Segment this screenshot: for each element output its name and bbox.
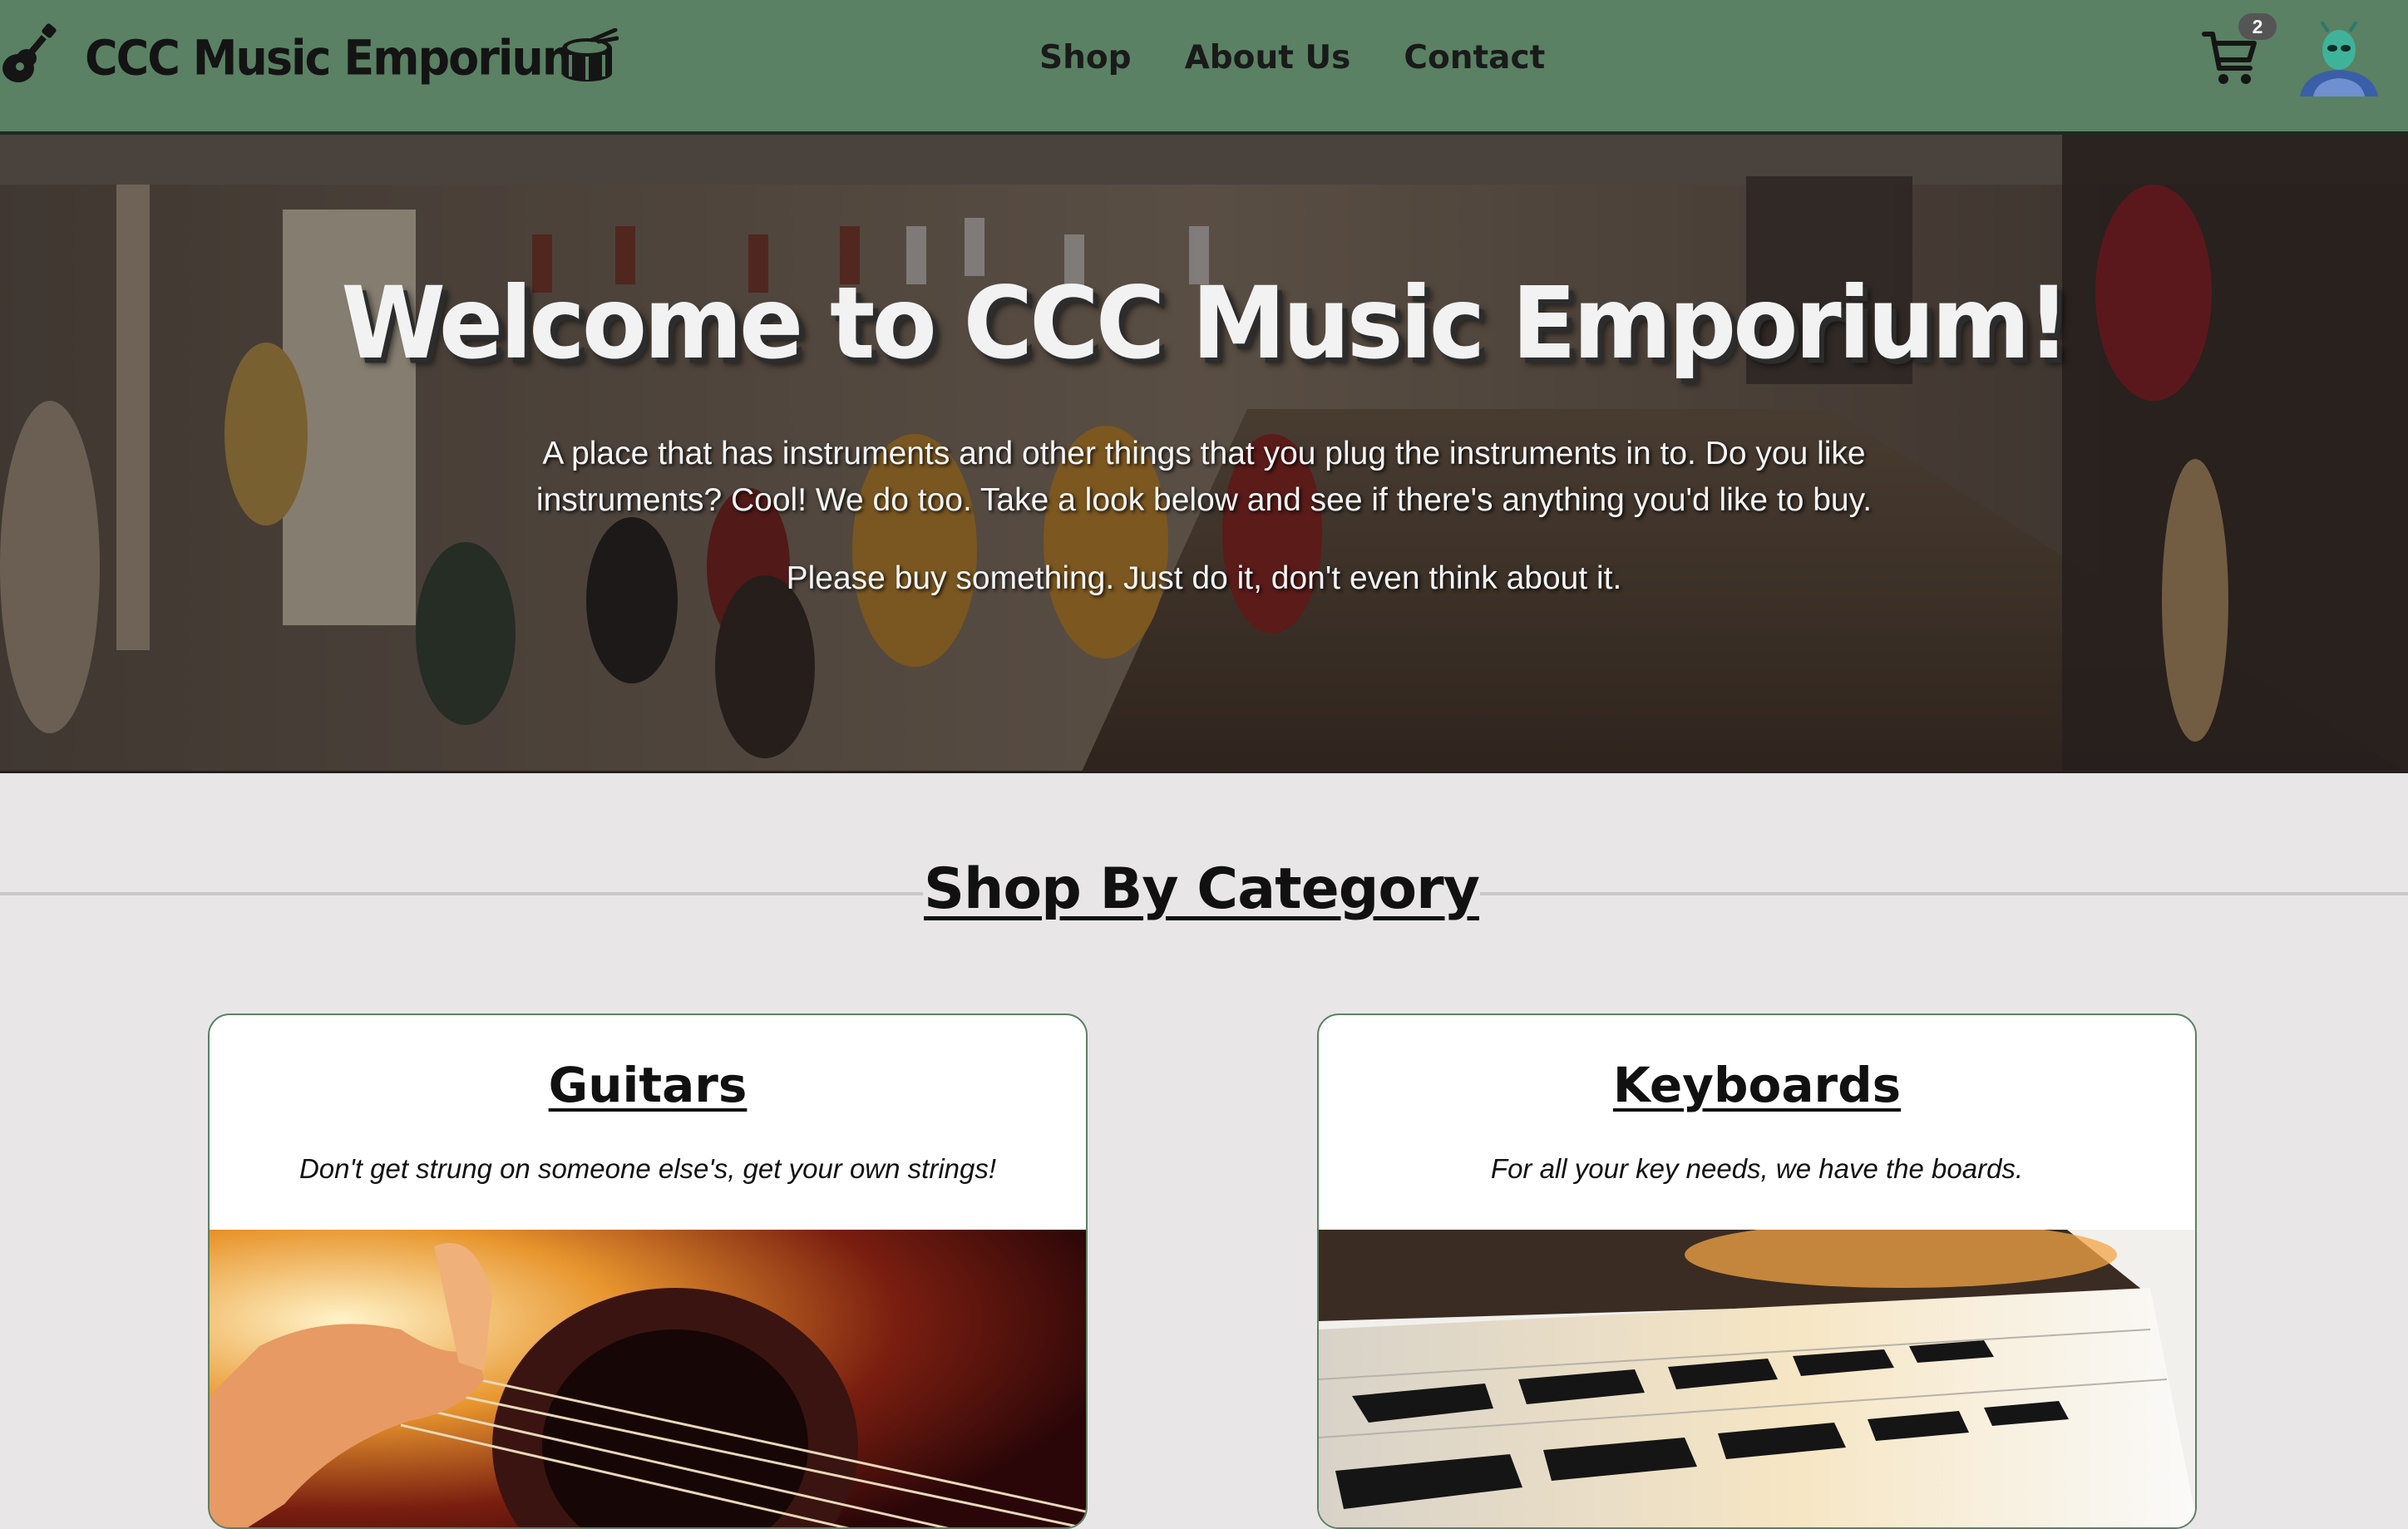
hero-description: A place that has instruments and other t… <box>535 436 1873 518</box>
nav-about-us[interactable]: About Us <box>1185 33 1351 83</box>
category-card-guitars[interactable]: Guitars Don't get strung on someone else… <box>208 1014 1088 1529</box>
brand-name[interactable]: CCC Music Emporium <box>85 22 589 94</box>
section-heading: Shop By Category <box>924 856 1480 922</box>
cart-count-badge: 2 <box>2238 13 2277 40</box>
hero-title: Welcome to CCC Music Emporium! <box>341 264 2070 382</box>
divider-left <box>0 892 923 895</box>
category-subtitle-keyboards: For all your key needs, we have the boar… <box>1490 1153 2024 1184</box>
hero-banner: Welcome to CCC Music Emporium! A place t… <box>0 135 2408 773</box>
divider-right <box>1480 892 2408 895</box>
piano-keys-photo[interactable] <box>1319 1230 2197 1529</box>
avatar[interactable] <box>2297 22 2381 96</box>
nav-shop[interactable]: Shop <box>1039 33 1132 83</box>
category-subtitle-guitars: Don't get strung on someone else's, get … <box>299 1153 997 1184</box>
navbar: CCC Music Emporium Shop About Us Contact… <box>0 0 2408 135</box>
category-card-keyboards[interactable]: Keyboards For all your key needs, we hav… <box>1317 1014 2197 1529</box>
hero-tagline: Please buy something. Just do it, don't … <box>786 560 1622 596</box>
nav-contact[interactable]: Contact <box>1404 33 1545 83</box>
drum-icon <box>562 28 619 81</box>
guitar-icon[interactable] <box>2 23 60 86</box>
category-title-keyboards[interactable]: Keyboards <box>1319 1057 2195 1113</box>
guitar-photo[interactable] <box>210 1230 1088 1529</box>
cart-button[interactable]: 2 <box>2198 12 2277 86</box>
main-nav: Shop About Us Contact <box>1039 33 1545 83</box>
category-title-guitars[interactable]: Guitars <box>210 1057 1086 1113</box>
